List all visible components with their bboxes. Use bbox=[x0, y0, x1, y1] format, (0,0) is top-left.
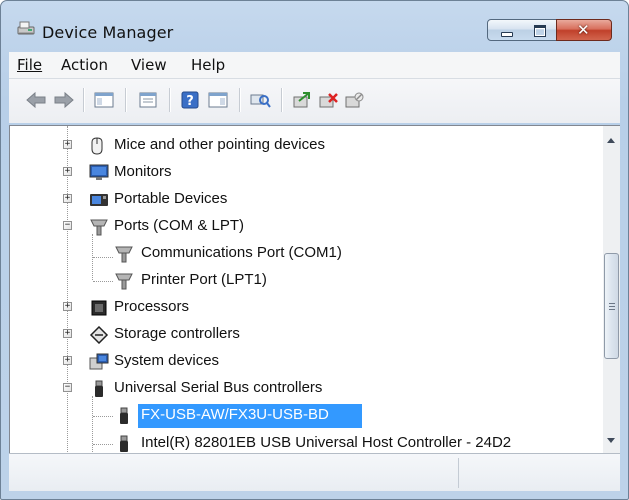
tree-item-label: Storage controllers bbox=[114, 325, 240, 342]
toolbar: ? bbox=[9, 78, 620, 123]
tree-item-intel-usb-host[interactable]: Intel(R) 82801EB USB Universal Host Cont… bbox=[10, 432, 600, 453]
port-icon bbox=[90, 219, 108, 236]
toolbar-separator bbox=[169, 88, 170, 112]
uninstall-icon[interactable] bbox=[317, 91, 339, 109]
tree-item-label: Communications Port (COM1) bbox=[141, 244, 342, 261]
grip-icon bbox=[609, 303, 615, 304]
close-icon: ✕ bbox=[577, 21, 590, 39]
maximize-icon bbox=[534, 25, 546, 37]
menu-view-label: View bbox=[131, 56, 167, 74]
menu-file-label: File bbox=[17, 56, 43, 74]
expand-icon[interactable]: + bbox=[63, 194, 72, 203]
tree-item-label: Monitors bbox=[114, 163, 172, 180]
status-divider bbox=[458, 458, 459, 488]
show-action-pane-icon[interactable] bbox=[207, 91, 229, 109]
tree-item-label: Portable Devices bbox=[114, 190, 228, 207]
menu-bar: File Action View Help bbox=[9, 52, 620, 78]
forward-icon[interactable] bbox=[53, 91, 75, 109]
usb-icon bbox=[95, 380, 103, 397]
expand-icon[interactable]: + bbox=[63, 329, 72, 338]
scan-hardware-changes-icon[interactable] bbox=[249, 91, 271, 109]
device-tree[interactable]: + Mice and other pointing devices + Moni… bbox=[9, 125, 603, 453]
maximize-button[interactable] bbox=[523, 19, 557, 41]
minimize-icon bbox=[501, 32, 513, 37]
title-bar[interactable]: Device Manager ✕ bbox=[1, 1, 628, 45]
tree-item-ports[interactable]: − Ports (COM & LPT) bbox=[10, 215, 600, 239]
portable-devices-icon bbox=[90, 194, 108, 206]
disable-icon[interactable] bbox=[343, 91, 365, 109]
tree-item-label: Ports (COM & LPT) bbox=[114, 217, 245, 234]
update-driver-icon[interactable] bbox=[291, 91, 313, 109]
port-icon bbox=[115, 246, 133, 263]
menu-help-label: Help bbox=[191, 56, 226, 74]
tree-item-system-devices[interactable]: + System devices bbox=[10, 350, 600, 374]
help-icon[interactable]: ? bbox=[179, 91, 201, 109]
status-bar bbox=[9, 453, 620, 491]
scroll-up-arrow-icon[interactable] bbox=[607, 138, 615, 143]
tree-item-label: System devices bbox=[114, 352, 220, 369]
svg-text:?: ? bbox=[186, 94, 194, 109]
toolbar-separator bbox=[125, 88, 126, 112]
usb-icon bbox=[120, 435, 128, 452]
toolbar-separator bbox=[83, 88, 84, 112]
expand-icon[interactable]: + bbox=[63, 167, 72, 176]
back-icon[interactable] bbox=[25, 91, 47, 109]
tree-item-label: Intel(R) 82801EB USB Universal Host Cont… bbox=[141, 434, 512, 451]
collapse-icon[interactable]: − bbox=[63, 383, 72, 392]
processor-icon bbox=[91, 300, 107, 316]
menu-action-label: Action bbox=[61, 56, 108, 74]
tree-item-monitors[interactable]: + Monitors bbox=[10, 161, 600, 185]
tree-item-mice[interactable]: + Mice and other pointing devices bbox=[10, 134, 600, 158]
menu-action[interactable]: Action bbox=[61, 56, 108, 74]
tree-item-usb-controllers[interactable]: − Universal Serial Bus controllers bbox=[10, 377, 600, 401]
expand-icon[interactable]: + bbox=[63, 140, 72, 149]
tree-item-portable-devices[interactable]: + Portable Devices bbox=[10, 188, 600, 212]
menu-view[interactable]: View bbox=[131, 56, 167, 74]
tree-item-com1[interactable]: Communications Port (COM1) bbox=[10, 242, 600, 266]
tree-item-label: FX-USB-AW/FX3U-USB-BD bbox=[141, 406, 329, 423]
system-devices-icon bbox=[89, 353, 109, 370]
tree-item-processors[interactable]: + Processors bbox=[10, 296, 600, 320]
expand-icon[interactable]: + bbox=[63, 356, 72, 365]
vertical-scrollbar[interactable] bbox=[603, 125, 620, 453]
tree-item-lpt1[interactable]: Printer Port (LPT1) bbox=[10, 269, 600, 293]
grip-icon bbox=[609, 306, 615, 307]
collapse-icon[interactable]: − bbox=[63, 221, 72, 230]
tree-item-label: Universal Serial Bus controllers bbox=[114, 379, 323, 396]
scroll-thumb[interactable] bbox=[604, 253, 619, 359]
close-button[interactable]: ✕ bbox=[556, 19, 612, 41]
properties-icon[interactable] bbox=[137, 91, 159, 109]
device-manager-icon bbox=[17, 21, 35, 35]
monitor-icon bbox=[89, 164, 109, 180]
grip-icon bbox=[609, 309, 615, 310]
toolbar-separator bbox=[281, 88, 282, 112]
tree-item-label: Printer Port (LPT1) bbox=[141, 271, 267, 288]
mouse-icon bbox=[91, 137, 103, 155]
scroll-down-arrow-icon[interactable] bbox=[607, 438, 615, 443]
tree-item-storage-controllers[interactable]: + Storage controllers bbox=[10, 323, 600, 347]
expand-icon[interactable]: + bbox=[63, 302, 72, 311]
window: Device Manager ✕ File Action View Help ? bbox=[0, 0, 629, 500]
menu-file[interactable]: File bbox=[17, 56, 42, 74]
tree-item-fx-usb[interactable]: FX-USB-AW/FX3U-USB-BD bbox=[10, 404, 600, 428]
usb-icon bbox=[120, 407, 128, 424]
toolbar-separator bbox=[239, 88, 240, 112]
window-title: Device Manager bbox=[42, 23, 174, 42]
show-hide-console-tree-icon[interactable] bbox=[93, 91, 115, 109]
tree-item-label: Mice and other pointing devices bbox=[114, 136, 325, 153]
storage-controller-icon bbox=[89, 326, 109, 344]
tree-item-label: Processors bbox=[114, 298, 190, 315]
port-icon bbox=[115, 273, 133, 290]
menu-help[interactable]: Help bbox=[191, 56, 225, 74]
minimize-button[interactable] bbox=[487, 19, 524, 41]
